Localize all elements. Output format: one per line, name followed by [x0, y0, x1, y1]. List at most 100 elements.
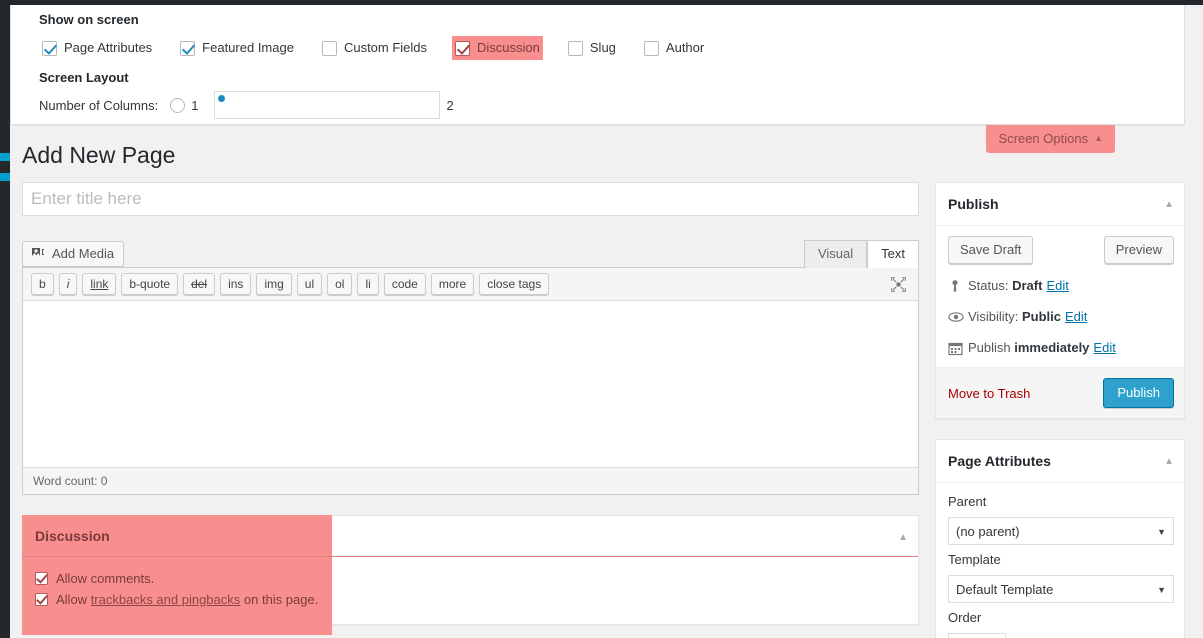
status-label: Status: [968, 278, 1009, 293]
allow-trackbacks-suffix: on this page. [240, 592, 319, 607]
screen-option-slug[interactable]: Slug [565, 36, 619, 60]
columns-radio-2[interactable]: 2 [214, 91, 454, 119]
chevron-up-icon[interactable]: ▲ [1164, 195, 1174, 215]
add-media-button[interactable]: Add Media [22, 241, 125, 267]
chevron-down-icon: ▼ [1157, 527, 1166, 537]
checkbox-discussion[interactable] [455, 40, 471, 56]
checkbox-slug[interactable] [567, 40, 583, 56]
add-media-label: Add Media [52, 246, 115, 261]
qt-b-button[interactable]: b [31, 273, 54, 295]
screen-option-discussion[interactable]: Discussion [452, 36, 543, 60]
screen-option-label: Slug [589, 40, 616, 55]
qt-bquote-button[interactable]: b-quote [121, 273, 179, 295]
content-textarea[interactable] [23, 301, 918, 467]
number-of-columns-label: Number of Columns: [39, 97, 159, 113]
template-select[interactable]: Default Template ▼ [948, 575, 1174, 603]
qt-close-tags-button[interactable]: close tags [479, 273, 550, 295]
calendar-icon [948, 341, 968, 356]
radio-1[interactable] [170, 97, 186, 113]
admin-sidebar-menu[interactable] [0, 5, 10, 638]
qt-del-button[interactable]: del [183, 273, 216, 295]
publish-metabox-footer: Move to Trash Publish [936, 367, 1184, 418]
eye-icon [948, 310, 968, 324]
word-count: Word count: 0 [23, 467, 918, 494]
editor-box: b i link b-quote del ins img ul ol li co… [22, 267, 919, 495]
publish-edit-link[interactable]: Edit [1093, 339, 1115, 357]
qt-i-button[interactable]: i [58, 273, 78, 295]
qt-img-button[interactable]: img [256, 273, 292, 295]
publish-value: immediately [1014, 340, 1090, 355]
qt-link-button[interactable]: link [82, 273, 117, 295]
qt-more-button[interactable]: more [430, 273, 475, 295]
status-value: Draft [1012, 278, 1043, 293]
screen-option-label: Page Attributes [64, 40, 153, 55]
qt-ol-button[interactable]: ol [327, 273, 353, 295]
screen-option-author[interactable]: Author [641, 36, 707, 60]
checkbox-allow-comments[interactable] [35, 572, 48, 585]
trackbacks-pingbacks-link[interactable]: trackbacks and pingbacks [91, 592, 241, 607]
media-icon [31, 247, 46, 262]
screen-option-custom-fields[interactable]: Custom Fields [319, 36, 430, 60]
show-on-screen-options: Page Attributes Featured Image Custom Fi… [39, 36, 1184, 60]
publish-metabox-body: Save Draft Preview Status: Draft Edit Vi… [936, 226, 1184, 367]
order-input[interactable] [948, 633, 1006, 638]
discussion-metabox-title: Discussion [35, 528, 110, 544]
columns-radio-1[interactable]: 1 [170, 97, 198, 113]
chevron-down-icon: ▼ [1157, 585, 1166, 595]
parent-label: Parent [948, 494, 987, 509]
allow-comments-label: Allow comments. [56, 571, 155, 586]
admin-menu-highlight-1 [0, 153, 10, 161]
publish-metabox-header[interactable]: Publish ▲ [936, 183, 1184, 226]
editor-top-toolbar: Add Media Visual Text [22, 237, 919, 268]
screen-option-featured-image[interactable]: Featured Image [177, 36, 297, 60]
visibility-edit-link[interactable]: Edit [1065, 308, 1087, 326]
tab-visual[interactable]: Visual [803, 240, 868, 268]
discussion-metabox-header[interactable]: Discussion ▲ [23, 516, 918, 557]
page-attributes-metabox: Page Attributes ▲ Parent (no parent) ▼ T… [935, 439, 1185, 638]
checkbox-custom-fields[interactable] [321, 40, 337, 56]
save-draft-button[interactable]: Save Draft [948, 236, 1034, 264]
parent-select[interactable]: (no parent) ▼ [948, 517, 1174, 545]
tab-text[interactable]: Text [867, 240, 919, 268]
qt-ul-button[interactable]: ul [296, 273, 323, 295]
checkbox-author[interactable] [643, 40, 659, 56]
chevron-up-icon[interactable]: ▲ [898, 528, 908, 548]
parent-select-value: (no parent) [956, 523, 1020, 539]
visibility-label: Visibility: [968, 309, 1019, 324]
qt-code-button[interactable]: code [383, 273, 426, 295]
content-editor: Add Media Visual Text b i link b-quote d… [22, 237, 919, 495]
checkbox-page-attributes[interactable] [42, 40, 57, 56]
publish-metabox: Publish ▲ Save Draft Preview Status: Dra… [935, 182, 1185, 419]
qt-li-button[interactable]: li [357, 273, 379, 295]
screen-options-panel: Show on screen Page Attributes Featured … [10, 5, 1185, 125]
preview-button[interactable]: Preview [1103, 236, 1174, 264]
checkbox-featured-image[interactable] [180, 40, 196, 56]
allow-comments-row[interactable]: Allow comments. [35, 568, 906, 589]
quicktags-toolbar: b i link b-quote del ins img ul ol li co… [23, 268, 918, 301]
show-on-screen-legend: Show on screen [39, 12, 139, 27]
screen-option-page-attributes[interactable]: Page Attributes [39, 36, 155, 60]
publish-button[interactable]: Publish [1103, 378, 1174, 408]
chevron-up-icon[interactable]: ▲ [1164, 452, 1174, 472]
screen-option-label: Featured Image [202, 40, 294, 55]
move-to-trash-link[interactable]: Move to Trash [948, 386, 1030, 401]
screen-option-label: Custom Fields [343, 40, 428, 55]
page-wrap: Add New Page Add [10, 125, 1203, 638]
pin-icon [948, 279, 968, 293]
screen-option-label: Author [665, 40, 705, 55]
visibility-value: Public [1021, 309, 1061, 324]
status-edit-link[interactable]: Edit [1046, 277, 1068, 295]
fullscreen-icon[interactable] [886, 273, 910, 295]
checkbox-allow-trackbacks[interactable] [35, 593, 48, 606]
allow-trackbacks-prefix: Allow [56, 592, 91, 607]
post-title-input[interactable] [22, 182, 919, 216]
radio-2[interactable] [214, 91, 441, 119]
status-row: Status: Draft Edit [948, 277, 1174, 295]
allow-trackbacks-row[interactable]: Allow trackbacks and pingbacks on this p… [35, 589, 906, 610]
qt-ins-button[interactable]: ins [220, 273, 252, 295]
admin-menu-highlight-2 [0, 173, 10, 181]
publish-metabox-title: Publish [948, 196, 999, 212]
post-sidebar: Publish ▲ Save Draft Preview Status: Dra… [935, 182, 1185, 638]
page-attributes-header[interactable]: Page Attributes ▲ [936, 440, 1184, 483]
post-body-main: Add Media Visual Text b i link b-quote d… [22, 182, 929, 635]
